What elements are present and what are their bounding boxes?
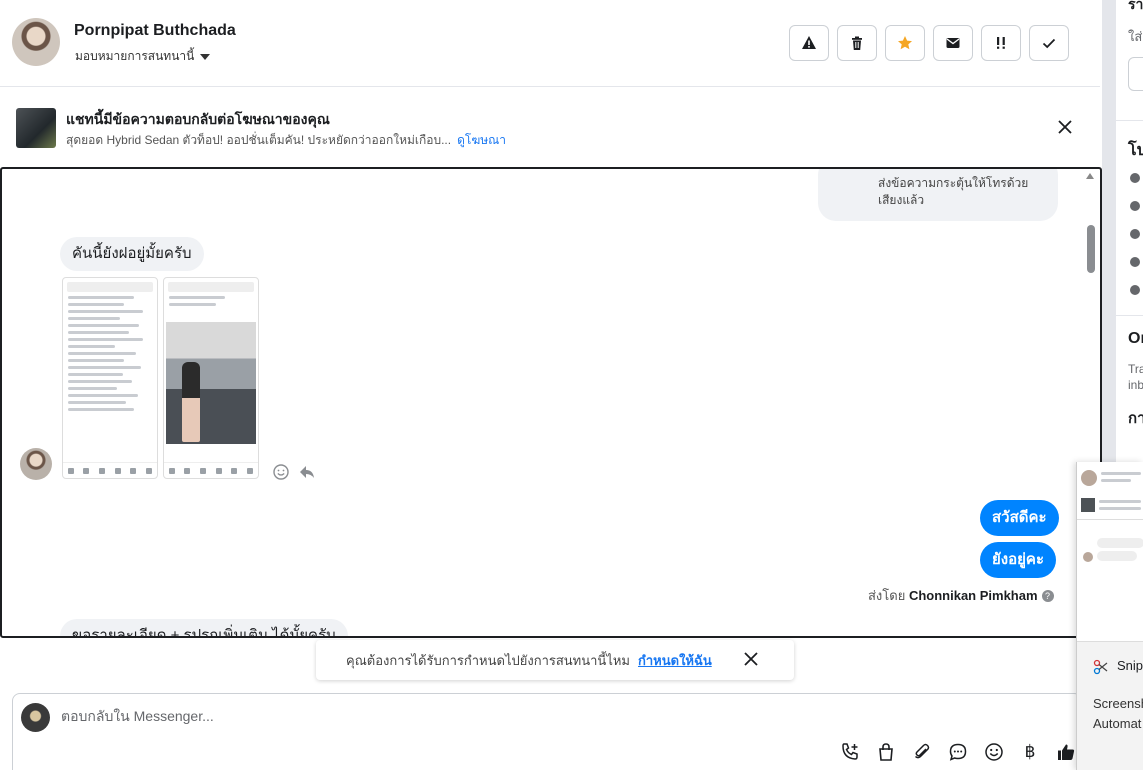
mark-important-button[interactable] [981,25,1021,61]
attached-screenshot-2[interactable] [163,277,259,479]
star-icon [898,36,912,50]
call-prompt-bubble: ส่งข้อความกระตุ้นให้โทรด้วย เสียงแล้ว [818,169,1058,221]
shopping-bag-icon[interactable] [875,741,897,763]
scroll-up-arrow-icon[interactable] [1086,173,1094,179]
panel-text-fragment: inb [1128,378,1143,392]
help-icon[interactable]: ? [1041,590,1054,602]
close-icon[interactable] [1054,116,1076,138]
snipping-tool-card: Snipp Screensh Automat [1077,642,1143,770]
assign-suggestion-text: คุณต้องการได้รับการกำหนดไปยังการสนทนานี้… [346,652,630,668]
incoming-message-partial: ขอรายละเอียด + รูปรถเพิ่มเติม ได้มั้ยครั… [60,619,348,636]
snipping-tool-line-1: Screensh [1093,696,1143,711]
sent-by-name: Chonnikan Pimkham [908,588,1038,603]
chat-bubble-icon[interactable] [947,741,969,763]
check-icon [1042,38,1056,49]
inbox-conversation-view: Pornpipat Buthchada มอบหมายการสนทนานี้ แ… [0,0,1143,770]
message-actions [272,463,316,481]
sent-by-prefix: ส่งโดย [868,588,906,603]
snipping-tool-notification[interactable]: Snipp Screensh Automat [1076,462,1143,770]
panel-section-fragment: โป [1128,142,1143,159]
clock-icon [1130,173,1140,183]
thumbs-up-icon[interactable] [1055,741,1077,763]
page-avatar [21,703,50,732]
star-button[interactable] [885,25,925,61]
assign-conversation-dropdown[interactable]: มอบหมายการสนทนานี้ [75,47,211,66]
scroll-thumb[interactable] [1087,225,1095,273]
panel-section-fragment: Or [1128,330,1143,347]
sender-avatar[interactable] [20,448,52,480]
graduation-icon [1130,229,1140,239]
conversation-header: Pornpipat Buthchada มอบหมายการสนทนานี้ [0,0,1100,87]
message-thread[interactable]: ส่งข้อความกระตุ้นให้โทรด้วย เสียงแล้ว คั… [0,167,1102,638]
contact-avatar[interactable] [12,18,60,66]
composer-toolbar: ฿ [839,741,1077,763]
car-photo [166,322,256,444]
divider [1116,315,1143,316]
ad-thumbnail[interactable] [16,108,56,148]
reply-input[interactable] [61,708,761,724]
incoming-message: คันนี้ยังฝอยู่มั้ยครับ [60,237,204,271]
ad-reply-banner: แชทนี้มีข้อความตอบกลับต่อโฆษณาของคุณ สุด… [0,88,1100,167]
warning-icon [802,36,816,49]
close-icon[interactable] [742,650,760,668]
panel-text-fragment: Tra [1128,362,1143,376]
call-prompt-line-1: ส่งข้อความกระตุ้นให้โทรด้วย [878,176,1029,190]
ad-banner-subtitle: สุดยอด Hybrid Sedan ตัวท็อป! ออปชั่นเต็ม… [66,131,506,150]
call-prompt-line-2: เสียงแล้ว [878,193,925,207]
outgoing-message: ยังอยู่คะ [980,542,1057,578]
sent-by-label: ส่งโดย Chonnikan Pimkham? [868,585,1054,606]
assign-to-me-link[interactable]: กำหนดให้ฉัน [638,650,712,671]
location-icon [1130,257,1140,267]
panel-label-fragment: ใส่ [1128,29,1143,44]
emoji-react-icon[interactable] [272,463,290,481]
view-ad-link[interactable]: ดูโฆษณา [457,133,506,147]
trash-icon [852,36,862,50]
emoji-icon[interactable] [983,741,1005,763]
important-icon [997,37,1005,49]
mark-done-button[interactable] [1029,25,1069,61]
baht-icon[interactable]: ฿ [1019,741,1041,763]
location-icon [1130,285,1140,295]
delete-button[interactable] [837,25,877,61]
panel-input[interactable] [1128,57,1143,91]
assign-label: มอบหมายการสนทนานี้ [75,49,195,63]
contact-name[interactable]: Pornpipat Buthchada [74,22,236,40]
attached-screenshot-1[interactable] [62,277,158,479]
mark-spam-button[interactable] [789,25,829,61]
snipping-tool-body: Screensh Automat [1093,694,1143,734]
chevron-down-icon [200,53,211,60]
ad-banner-title: แชทนี้มีข้อความตอบกลับต่อโฆษณาของคุณ [66,111,330,127]
assign-suggestion-toast: คุณต้องการได้รับการกำหนดไปยังการสนทนานี้… [316,640,794,680]
outgoing-message: สวัสดีคะ [980,500,1059,536]
panel-section-fragment: กา [1128,410,1143,427]
envelope-icon [946,38,960,48]
divider [1116,120,1143,121]
scissors-icon [1093,659,1108,675]
panel-heading-fragment: รา [1128,0,1143,12]
conversation-actions [789,25,1069,61]
snipping-tool-line-2: Automat [1093,716,1142,731]
briefcase-icon [1130,201,1140,211]
reply-icon[interactable] [298,463,316,481]
screenshot-preview[interactable] [1077,462,1143,642]
snipping-tool-title: Snipp [1117,658,1143,673]
mark-unread-button[interactable] [933,25,973,61]
person-figure [182,362,200,442]
phone-plus-icon[interactable] [839,741,861,763]
baht-symbol: ฿ [1024,742,1036,761]
paperclip-icon[interactable] [911,741,933,763]
ad-description: สุดยอด Hybrid Sedan ตัวท็อป! ออปชั่นเต็ม… [66,133,452,147]
message-composer: ฿ [12,693,1082,770]
